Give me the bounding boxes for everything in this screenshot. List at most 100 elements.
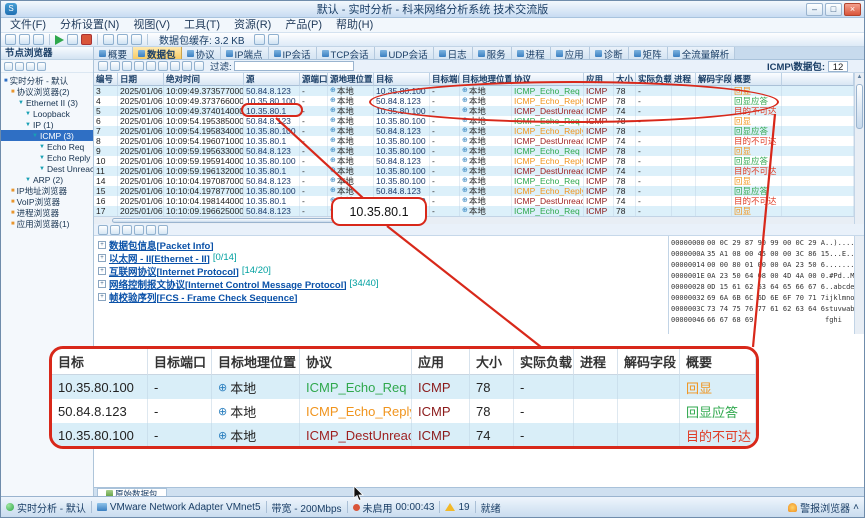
pause-capture-icon[interactable] (67, 34, 78, 45)
sidebar-item-8[interactable]: ▼Dest Unreach (1, 163, 93, 174)
packet-table-vscrollbar[interactable]: ▲ (854, 73, 864, 224)
table-row[interactable]: 7 2025/01/06 10:09:54.195834000 10.35.80.10… (94, 126, 854, 136)
column-header-6[interactable]: 目标 (374, 73, 430, 86)
buffer-settings-icon[interactable] (253, 34, 265, 45)
sidebar-item-12[interactable]: ■ 进程浏览器 (1, 207, 93, 218)
tab-0[interactable]: 概要 (94, 47, 134, 59)
maximize-button[interactable]: □ (825, 2, 842, 16)
bookmark-icon[interactable] (158, 224, 168, 235)
collapse-all-icon[interactable] (110, 224, 120, 235)
decode-item[interactable]: + 数据包信息[Packet Info] (98, 238, 668, 252)
tab-1[interactable]: 数据包 (133, 47, 182, 59)
decode-vscrollbar[interactable] (854, 236, 864, 334)
tab-4[interactable]: IP会话 (268, 47, 317, 59)
new-project-icon[interactable] (5, 34, 16, 45)
print-icon[interactable] (110, 61, 120, 71)
column-header-10[interactable]: 应用 (584, 73, 614, 86)
column-header-8[interactable]: 目标地理位置 (460, 73, 512, 86)
menu-item-5[interactable]: 产品(P) (278, 18, 329, 33)
decode-item[interactable]: + 帧校验序列[FCS - Frame Check Sequence] (98, 290, 668, 304)
add-filter-icon[interactable] (4, 61, 13, 71)
vscroll-thumb[interactable] (856, 84, 863, 129)
filter-funnel-icon[interactable] (103, 34, 114, 45)
menu-item-3[interactable]: 工具(T) (177, 18, 227, 33)
next-packet-icon[interactable] (170, 61, 180, 71)
table-row[interactable]: 5 2025/01/06 10:09:49.374014000 10.35.80.1-… (94, 106, 854, 116)
column-header-14[interactable]: 解码字段 (696, 73, 732, 86)
sidebar-item-13[interactable]: ■ 应用浏览器(1) (1, 218, 93, 229)
start-capture-icon[interactable] (55, 34, 64, 45)
tab-10[interactable]: 应用 (550, 47, 590, 59)
table-row[interactable]: 17 2025/01/06 10:10:09.196625000 50.84.8.12… (94, 206, 854, 216)
column-header-15[interactable]: 概要 (732, 73, 782, 86)
open-file-icon[interactable] (19, 34, 30, 45)
column-header-3[interactable]: 源 (244, 73, 300, 86)
sidebar-item-7[interactable]: ▼ Echo Reply (1, 152, 93, 163)
sidebar-item-2[interactable]: ▼ Ethernet II (3) (1, 97, 93, 108)
settings-gear-icon[interactable] (117, 34, 128, 45)
table-row[interactable]: 14 2025/01/06 10:10:04.197087000 50.84.8.12… (94, 176, 854, 186)
column-header-5[interactable]: 源地理位置 (328, 73, 374, 86)
decode-item[interactable]: + 互联网协议[Internet Protocol] [14/20] (98, 264, 668, 278)
tab-13[interactable]: 全流量解析 (667, 47, 736, 59)
stop-capture-icon[interactable] (81, 34, 92, 45)
sidebar-item-3[interactable]: ▼ Loopback (1, 108, 93, 119)
help-icon[interactable] (267, 34, 279, 45)
table-row[interactable]: 4 2025/01/06 10:09:49.373766000 10.35.80.10… (94, 96, 854, 106)
sidebar-item-9[interactable]: ▼ ARP (2) (1, 174, 93, 185)
menu-item-6[interactable]: 帮助(H) (329, 18, 380, 33)
tab-11[interactable]: 诊断 (589, 47, 629, 59)
last-packet-icon[interactable] (182, 61, 192, 71)
minimize-button[interactable]: – (806, 2, 823, 16)
column-header-4[interactable]: 源端口 (300, 73, 328, 86)
menu-item-2[interactable]: 视图(V) (126, 18, 177, 33)
scroll-up-icon[interactable]: ▲ (855, 73, 864, 82)
column-header-1[interactable]: 日期 (118, 73, 164, 86)
menu-item-0[interactable]: 文件(F) (3, 18, 53, 33)
column-header-0[interactable]: 编号 (94, 73, 118, 86)
play-packets-icon[interactable] (158, 61, 168, 71)
table-row[interactable]: 8 2025/01/06 10:09:54.196071000 10.35.80.1-… (94, 136, 854, 146)
packet-table-hscrollbar[interactable] (94, 216, 854, 224)
table-row[interactable]: 15 2025/01/06 10:10:04.197877000 10.35.80.1… (94, 186, 854, 196)
sidebar-item-4[interactable]: ▼ IP (1) (1, 119, 93, 130)
close-button[interactable]: × (844, 2, 861, 16)
column-header-13[interactable]: 进程 (672, 73, 696, 86)
tab-8[interactable]: 服务 (472, 47, 512, 59)
table-row[interactable]: 10 2025/01/06 10:09:59.195914000 10.35.80.1… (94, 156, 854, 166)
edit-filter-icon[interactable] (15, 61, 24, 71)
menu-item-1[interactable]: 分析设置(N) (53, 18, 126, 33)
table-row[interactable]: 11 2025/01/06 10:09:59.196132000 10.35.80.1… (94, 166, 854, 176)
alarm-explorer-button[interactable]: 警报浏览器 ˄ (788, 500, 859, 515)
first-packet-icon[interactable] (134, 61, 144, 71)
next-field-icon[interactable] (134, 224, 144, 235)
export-icon[interactable] (98, 61, 108, 71)
prev-packet-icon[interactable] (146, 61, 156, 71)
table-row[interactable]: 16 2025/01/06 10:10:04.198144000 10.35.80.1… (94, 196, 854, 206)
sidebar-item-11[interactable]: ■ VoIP浏览器 (1, 196, 93, 207)
sidebar-item-5[interactable]: ▼ ICMP (3) (1, 130, 93, 141)
column-header-11[interactable]: 大小 (614, 73, 636, 86)
table-row[interactable]: 3 2025/01/06 10:09:49.373577000 50.84.8.123… (94, 86, 854, 96)
sidebar-item-0[interactable]: ■ 实时分析 - 默认 (1, 75, 93, 86)
prev-field-icon[interactable] (122, 224, 132, 235)
save-icon[interactable] (33, 34, 44, 45)
table-row[interactable]: 6 2025/01/06 10:09:54.195385000 50.84.8.123… (94, 116, 854, 126)
sidebar-item-10[interactable]: ■ IP地址浏览器 (1, 185, 93, 196)
tab-9[interactable]: 进程 (511, 47, 551, 59)
decode-item[interactable]: + 网络控制报文协议[Internet Control Message Proto… (98, 277, 668, 291)
expand-all-icon[interactable] (98, 224, 108, 235)
sidebar-item-1[interactable]: ■ 协议浏览器(2) (1, 86, 93, 97)
filter-input[interactable] (233, 61, 354, 71)
tab-12[interactable]: 矩阵 (628, 47, 668, 59)
network-adapter-icon[interactable] (131, 34, 142, 45)
tab-5[interactable]: TCP会话 (316, 47, 375, 59)
tab-6[interactable]: UDP会话 (374, 47, 434, 59)
table-row[interactable]: 9 2025/01/06 10:09:59.195633000 50.84.8.123… (94, 146, 854, 156)
column-header-12[interactable]: 实际负载 (636, 73, 672, 86)
column-header-7[interactable]: 目标端口 (430, 73, 460, 86)
tab-7[interactable]: 日志 (433, 47, 473, 59)
columns-icon[interactable] (194, 61, 204, 71)
refresh-icon[interactable] (37, 61, 46, 71)
copy-field-icon[interactable] (146, 224, 156, 235)
